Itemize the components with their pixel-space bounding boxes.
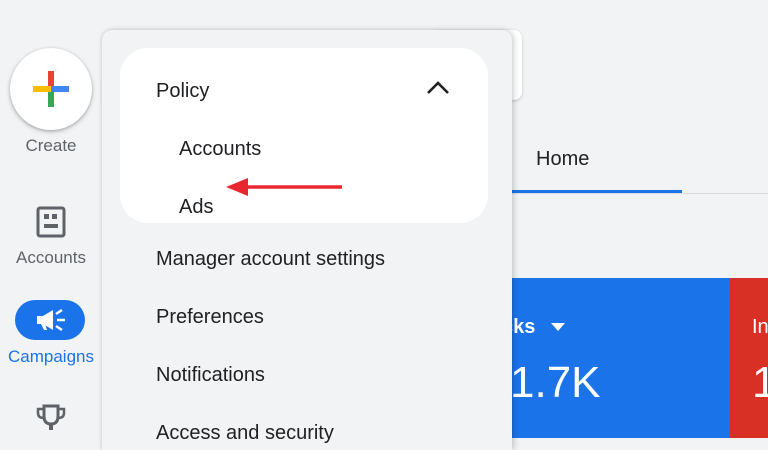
menu-item-policy[interactable]: Policy <box>156 80 209 103</box>
tab-divider <box>510 193 768 194</box>
menu-item-notifications[interactable]: Notifications <box>156 364 265 387</box>
menu-item-preferences[interactable]: Preferences <box>156 306 264 329</box>
metric-card-impressions[interactable]: In 1 <box>730 278 768 438</box>
metric-impressions-label: In <box>752 316 768 338</box>
accounts-nav-label[interactable]: Accounts <box>0 248 102 268</box>
accounts-icon[interactable] <box>36 206 66 238</box>
menu-item-access-and-security[interactable]: Access and security <box>156 422 334 445</box>
campaigns-nav-button[interactable] <box>15 300 85 340</box>
metric-impressions-value: 1 <box>752 358 768 407</box>
menu-item-policy-accounts[interactable]: Accounts <box>179 138 261 161</box>
chevron-up-icon[interactable] <box>426 80 450 96</box>
campaigns-nav-label[interactable]: Campaigns <box>0 347 102 367</box>
metric-clicks-value: 1.7K <box>510 358 601 407</box>
annotation-arrow <box>226 178 342 196</box>
plus-icon <box>33 71 69 107</box>
nav-rail: Create Accounts Campaigns <box>0 0 102 432</box>
create-label: Create <box>25 136 77 155</box>
menu-item-policy-ads[interactable]: Ads <box>179 196 213 219</box>
menu-item-manager-account-settings[interactable]: Manager account settings <box>156 248 385 271</box>
tab-home[interactable]: Home <box>536 148 589 171</box>
tools-menu: Policy Accounts Ads Manager account sett… <box>102 30 512 450</box>
metric-card-clicks[interactable]: cks 1.7K <box>502 278 730 438</box>
megaphone-icon <box>37 309 65 331</box>
create-button[interactable] <box>10 48 92 130</box>
caret-down-icon[interactable] <box>551 323 565 331</box>
trophy-icon[interactable] <box>35 404 67 432</box>
